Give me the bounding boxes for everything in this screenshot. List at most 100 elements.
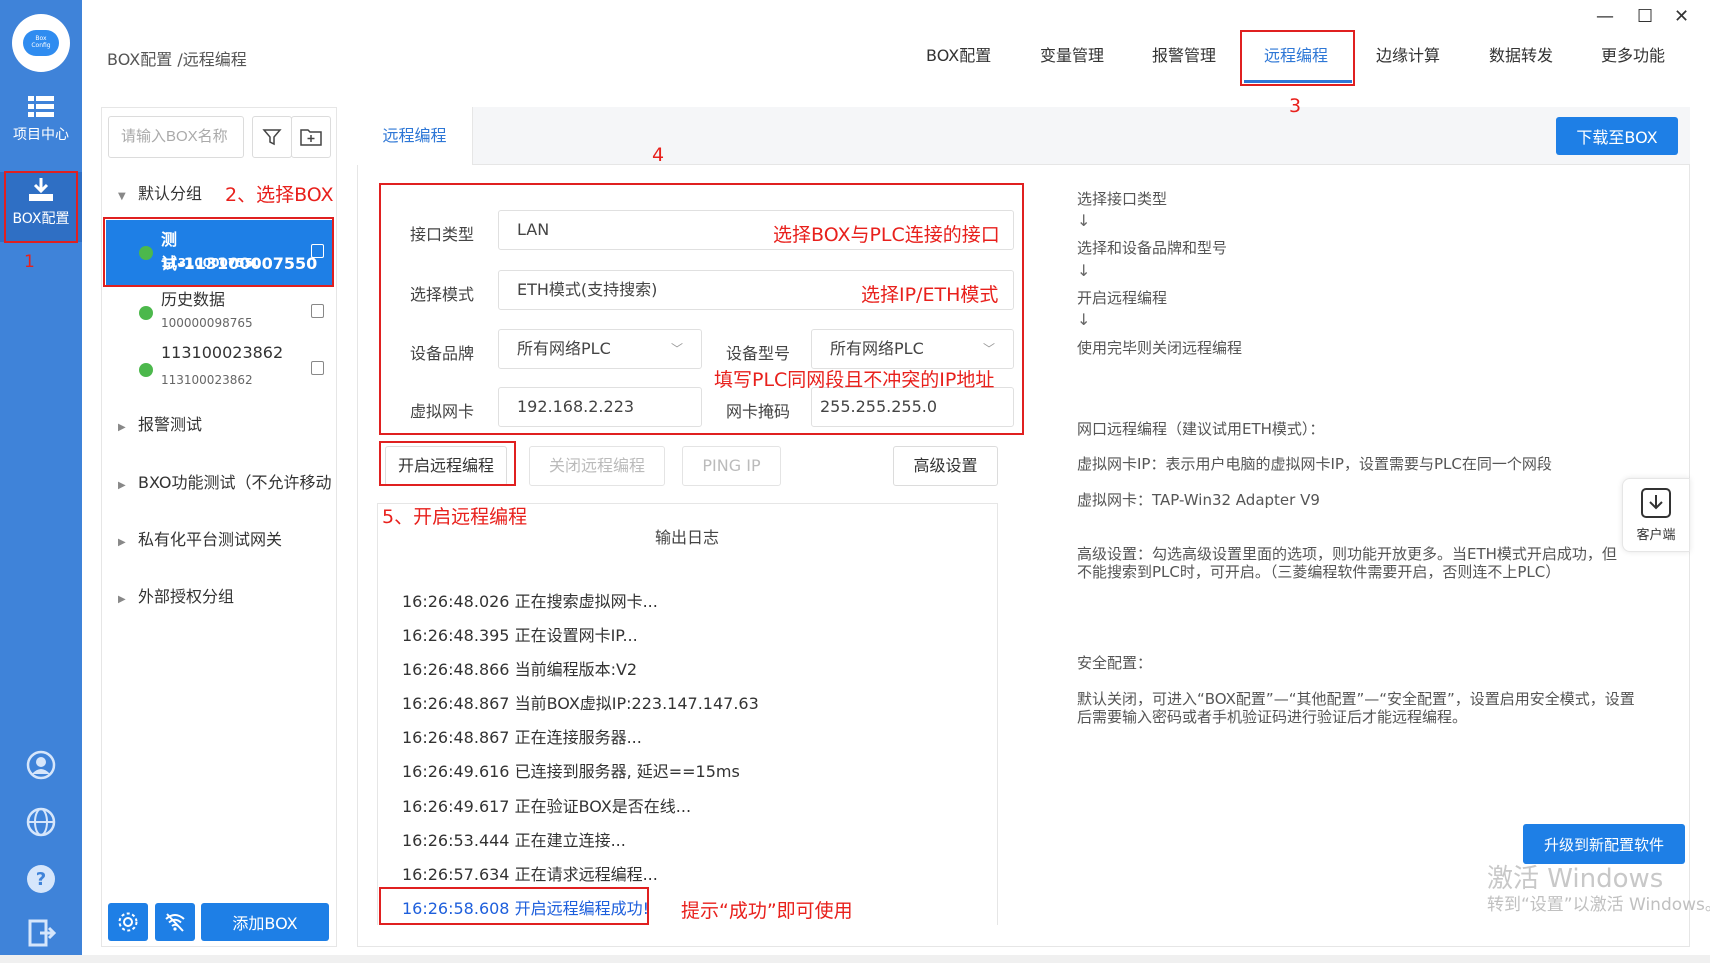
- log-line: 16:26:48.026 正在搜索虚拟网卡...: [402, 592, 658, 611]
- down-arrow-icon: ↓: [1077, 310, 1091, 329]
- minimize-button[interactable]: —: [1596, 6, 1614, 27]
- group-label: 默认分组: [138, 184, 203, 203]
- content-tab-remote-programming[interactable]: 远程编程: [357, 107, 473, 165]
- annotation-interface: 选择BOX与PLC连接的接口: [773, 224, 1000, 246]
- device-item[interactable]: 113100023862 113100023862: [106, 337, 332, 403]
- breadcrumb: BOX配置 /远程编程: [107, 50, 247, 69]
- online-status-icon: [139, 363, 153, 377]
- log-line: 16:26:48.866 当前编程版本:V2: [402, 660, 638, 679]
- svg-text:?: ?: [36, 869, 46, 890]
- annotation-box-tab: [1240, 30, 1355, 86]
- window-bottom-edge: [0, 955, 1710, 963]
- help-security-title: 安全配置：: [1077, 654, 1153, 672]
- annotation-step-2: 2、选择BOX: [225, 184, 334, 206]
- help-advanced-1: 高级设置：勾选高级设置里面的选项，则功能开放更多。当ETH模式开启成功，但: [1077, 545, 1617, 563]
- help-step: 选择和设备品牌和型号: [1077, 239, 1228, 257]
- user-icon[interactable]: [26, 750, 56, 780]
- stop-remote-programming-button[interactable]: 关闭远程编程: [529, 446, 665, 486]
- group-label: 报警测试: [138, 415, 203, 434]
- globe-icon[interactable]: [26, 807, 56, 837]
- client-download-float[interactable]: 客户端: [1622, 478, 1690, 552]
- help-icon[interactable]: ?: [26, 864, 56, 894]
- client-label: 客户端: [1636, 528, 1676, 543]
- copy-icon[interactable]: [311, 304, 324, 318]
- annotation-success: 提示“成功”即可使用: [681, 900, 853, 922]
- expanded-arrow-icon: ▼: [118, 191, 126, 202]
- annotation-step-3: 3: [1289, 95, 1302, 117]
- down-arrow-icon: ↓: [1077, 261, 1091, 280]
- collapsed-arrow-icon: ▶: [118, 537, 126, 548]
- tab-data-forward[interactable]: 数据转发: [1489, 42, 1553, 66]
- side-rail: Box Config 项目中心 BOX配置 ?: [0, 0, 82, 963]
- device-serial: 100000098765: [161, 316, 253, 330]
- log-line: 16:26:48.867 正在连接服务器...: [402, 728, 642, 747]
- ping-ip-button[interactable]: PING IP: [682, 446, 781, 486]
- group-default[interactable]: ▼ 默认分组: [118, 180, 202, 204]
- group-label: 私有化平台测试网关: [138, 530, 283, 549]
- online-status-icon: [139, 306, 153, 320]
- group-private-platform[interactable]: ▶ 私有化平台测试网关: [118, 526, 282, 550]
- copy-icon[interactable]: [311, 361, 324, 375]
- folder-plus-icon: [300, 129, 322, 146]
- log-line: 16:26:53.444 正在建立连接...: [402, 831, 626, 850]
- tab-more[interactable]: 更多功能: [1601, 42, 1665, 66]
- add-box-button[interactable]: 添加BOX: [201, 903, 329, 941]
- content-tabstrip: 远程编程: [357, 107, 1690, 165]
- wifi-off-button[interactable]: [155, 903, 195, 941]
- annotation-step-5: 5、开启远程编程: [382, 506, 528, 528]
- annotation-box-start: [379, 441, 516, 486]
- help-step: 选择接口类型: [1077, 190, 1168, 208]
- tab-box-config[interactable]: BOX配置: [926, 42, 991, 66]
- help-step: 开启远程编程: [1077, 289, 1168, 307]
- maximize-button[interactable]: ☐: [1637, 6, 1653, 27]
- wifi-off-icon: [165, 913, 185, 932]
- group-bxo-test[interactable]: ▶ BXO功能测试（不允许移动: [118, 469, 332, 493]
- tab-variables[interactable]: 变量管理: [1040, 42, 1104, 66]
- log-line: 16:26:49.617 正在验证BOX是否在线...: [402, 797, 692, 816]
- help-advanced-2: 不能搜索到PLC时，可开启。（三菱编程软件需要开启，否则连不上PLC）: [1077, 563, 1561, 581]
- annotation-mode: 选择IP/ETH模式: [861, 284, 999, 306]
- annotation-step-4: 4: [652, 144, 665, 166]
- download-to-box-button[interactable]: 下载至BOX: [1556, 117, 1678, 155]
- group-alarm-test[interactable]: ▶ 报警测试: [118, 411, 202, 435]
- rail-item-label: 项目中心: [13, 127, 69, 143]
- help-nic-adapter: 虚拟网卡：TAP-Win32 Adapter V9: [1077, 491, 1320, 509]
- gear-icon: [118, 912, 138, 932]
- advanced-settings-button[interactable]: 高级设置: [893, 446, 998, 486]
- collapsed-arrow-icon: ▶: [118, 422, 126, 433]
- help-nic-ip: 虚拟网卡IP：表示用户电脑的虚拟网卡IP，设置需要与PLC在同一个网段: [1077, 455, 1552, 473]
- close-button[interactable]: ✕: [1674, 6, 1689, 27]
- log-line: 16:26:48.867 当前BOX虚拟IP:223.147.147.63: [402, 694, 759, 713]
- tab-alarms[interactable]: 报警管理: [1152, 42, 1216, 66]
- tab-edge-compute[interactable]: 边缘计算: [1376, 42, 1440, 66]
- filter-button[interactable]: [252, 116, 292, 158]
- app-window: — ☐ ✕ Box Config 项目中心 BOX配置 ? BOX配置 /远程编…: [0, 0, 1710, 963]
- log-line: 16:26:48.395 正在设置网卡IP...: [402, 626, 638, 645]
- group-label: BXO功能测试（不允许移动: [138, 473, 332, 492]
- down-arrow-icon: ↓: [1077, 211, 1091, 230]
- group-external-auth[interactable]: ▶ 外部授权分组: [118, 583, 234, 607]
- log-line: 16:26:49.616 已连接到服务器, 延迟==15ms: [402, 762, 740, 781]
- collapsed-arrow-icon: ▶: [118, 594, 126, 605]
- help-security-2: 后需要输入密码或者手机验证码进行验证后才能远程编程。: [1077, 708, 1468, 726]
- annotation-box-device: [103, 217, 334, 287]
- log-title: 输出日志: [655, 528, 720, 547]
- box-search-input[interactable]: 请输入BOX名称: [108, 116, 244, 158]
- annotation-ip: 填写PLC同网段且不冲突的IP地址: [714, 369, 995, 391]
- list-icon: [28, 96, 54, 117]
- download-client-icon: [1641, 488, 1671, 518]
- logout-icon[interactable]: [26, 918, 56, 948]
- help-eth-title: 网口远程编程（建议试用ETH模式）：: [1077, 420, 1325, 438]
- group-label: 外部授权分组: [138, 587, 235, 606]
- app-logo: Box Config: [12, 14, 70, 72]
- help-security-1: 默认关闭，可进入“BOX配置”—“其他配置”—“安全配置”，设置启用安全模式，设…: [1077, 690, 1635, 708]
- collapsed-arrow-icon: ▶: [118, 480, 126, 491]
- device-serial: 113100023862: [161, 373, 253, 387]
- filter-icon: [262, 129, 282, 146]
- add-folder-button[interactable]: [291, 116, 331, 158]
- device-name: 113100023862: [161, 343, 284, 362]
- settings-button[interactable]: [108, 903, 148, 941]
- log-line: 16:26:57.634 正在请求远程编程...: [402, 865, 658, 884]
- rail-item-projects[interactable]: 项目中心: [0, 96, 82, 144]
- annotation-step-1: 1: [24, 252, 35, 272]
